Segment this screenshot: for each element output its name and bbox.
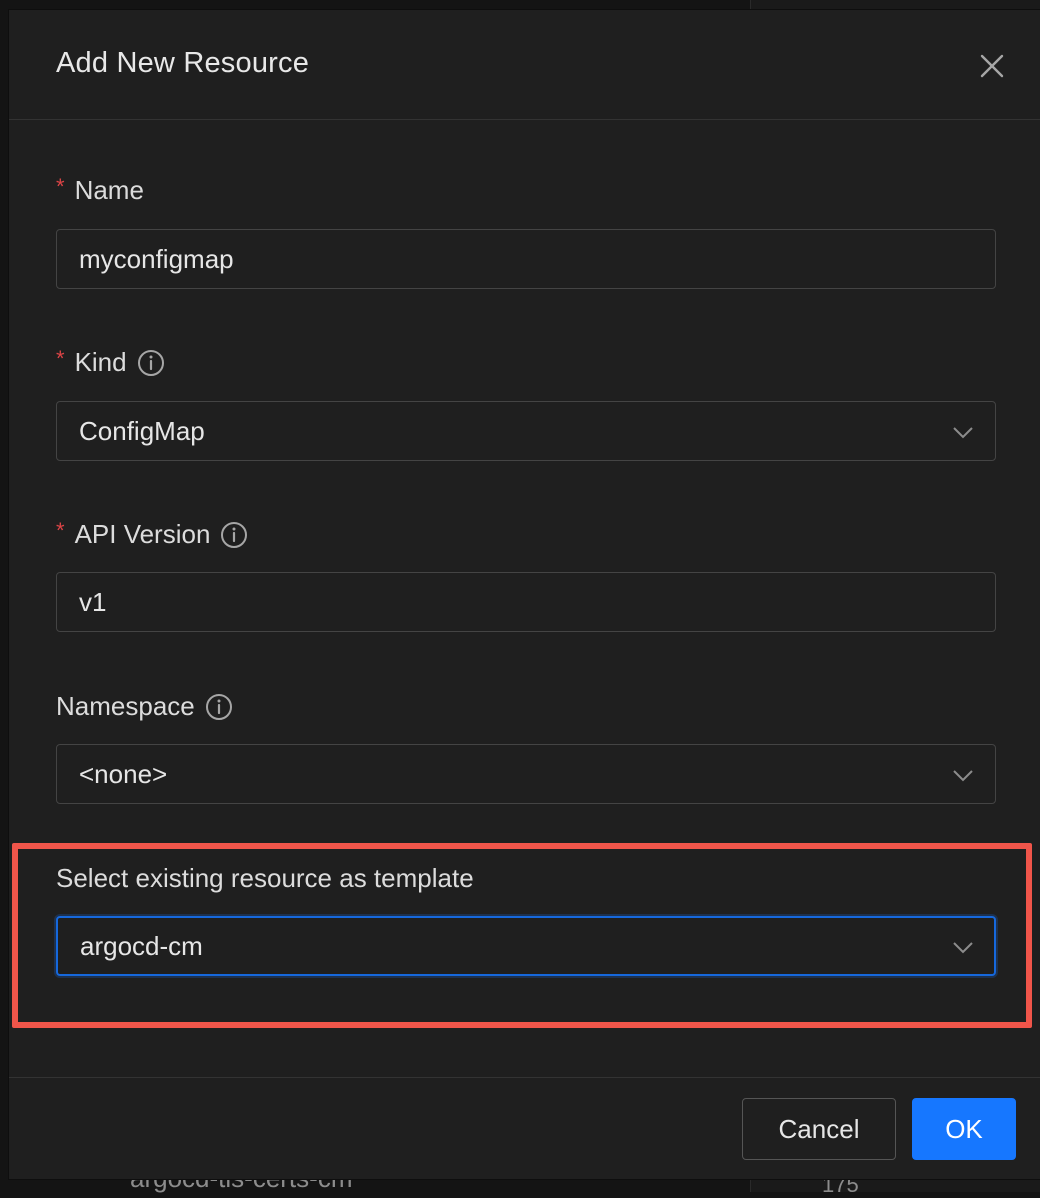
required-marker: * [56, 345, 65, 371]
api-version-input[interactable]: v1 [56, 572, 996, 632]
name-label-text: Name [74, 175, 144, 205]
name-label: * Name [56, 173, 144, 206]
required-marker: * [56, 173, 65, 199]
chevron-down-icon [953, 770, 973, 782]
template-select-value: argocd-cm [80, 930, 203, 961]
kind-select[interactable]: ConfigMap [56, 401, 996, 461]
kind-label: * Kind [56, 345, 165, 378]
dialog-title: Add New Resource [56, 47, 310, 79]
chevron-down-icon [953, 427, 973, 439]
template-select[interactable]: argocd-cm [56, 916, 996, 976]
name-input[interactable]: myconfigmap [56, 229, 996, 289]
api-version-label: * API Version [56, 517, 248, 550]
namespace-label: Namespace [56, 691, 233, 722]
template-label: Select existing resource as template [56, 863, 474, 894]
kind-label-text: Kind [74, 347, 127, 377]
required-marker: * [56, 517, 65, 543]
close-icon [980, 54, 1004, 78]
template-label-text: Select existing resource as template [56, 863, 474, 893]
cancel-button[interactable]: Cancel [742, 1098, 896, 1160]
namespace-label-text: Namespace [56, 691, 195, 721]
dialog-footer: Cancel OK [9, 1077, 1040, 1180]
name-input-value: myconfigmap [79, 243, 234, 274]
chevron-down-icon [953, 942, 973, 954]
ok-button[interactable]: OK [912, 1098, 1016, 1160]
add-resource-dialog: Add New Resource * Name myconfigmap * Ki… [9, 10, 1040, 1179]
kind-select-value: ConfigMap [79, 415, 205, 446]
dialog-header: Add New Resource [9, 10, 1040, 120]
info-icon[interactable] [220, 521, 248, 549]
info-icon[interactable] [205, 693, 233, 721]
api-version-label-text: API Version [74, 519, 211, 549]
namespace-select-value: <none> [79, 758, 168, 789]
namespace-select[interactable]: <none> [56, 744, 996, 804]
close-button[interactable] [974, 48, 1010, 84]
info-icon[interactable] [137, 349, 165, 377]
api-version-input-value: v1 [79, 586, 107, 617]
